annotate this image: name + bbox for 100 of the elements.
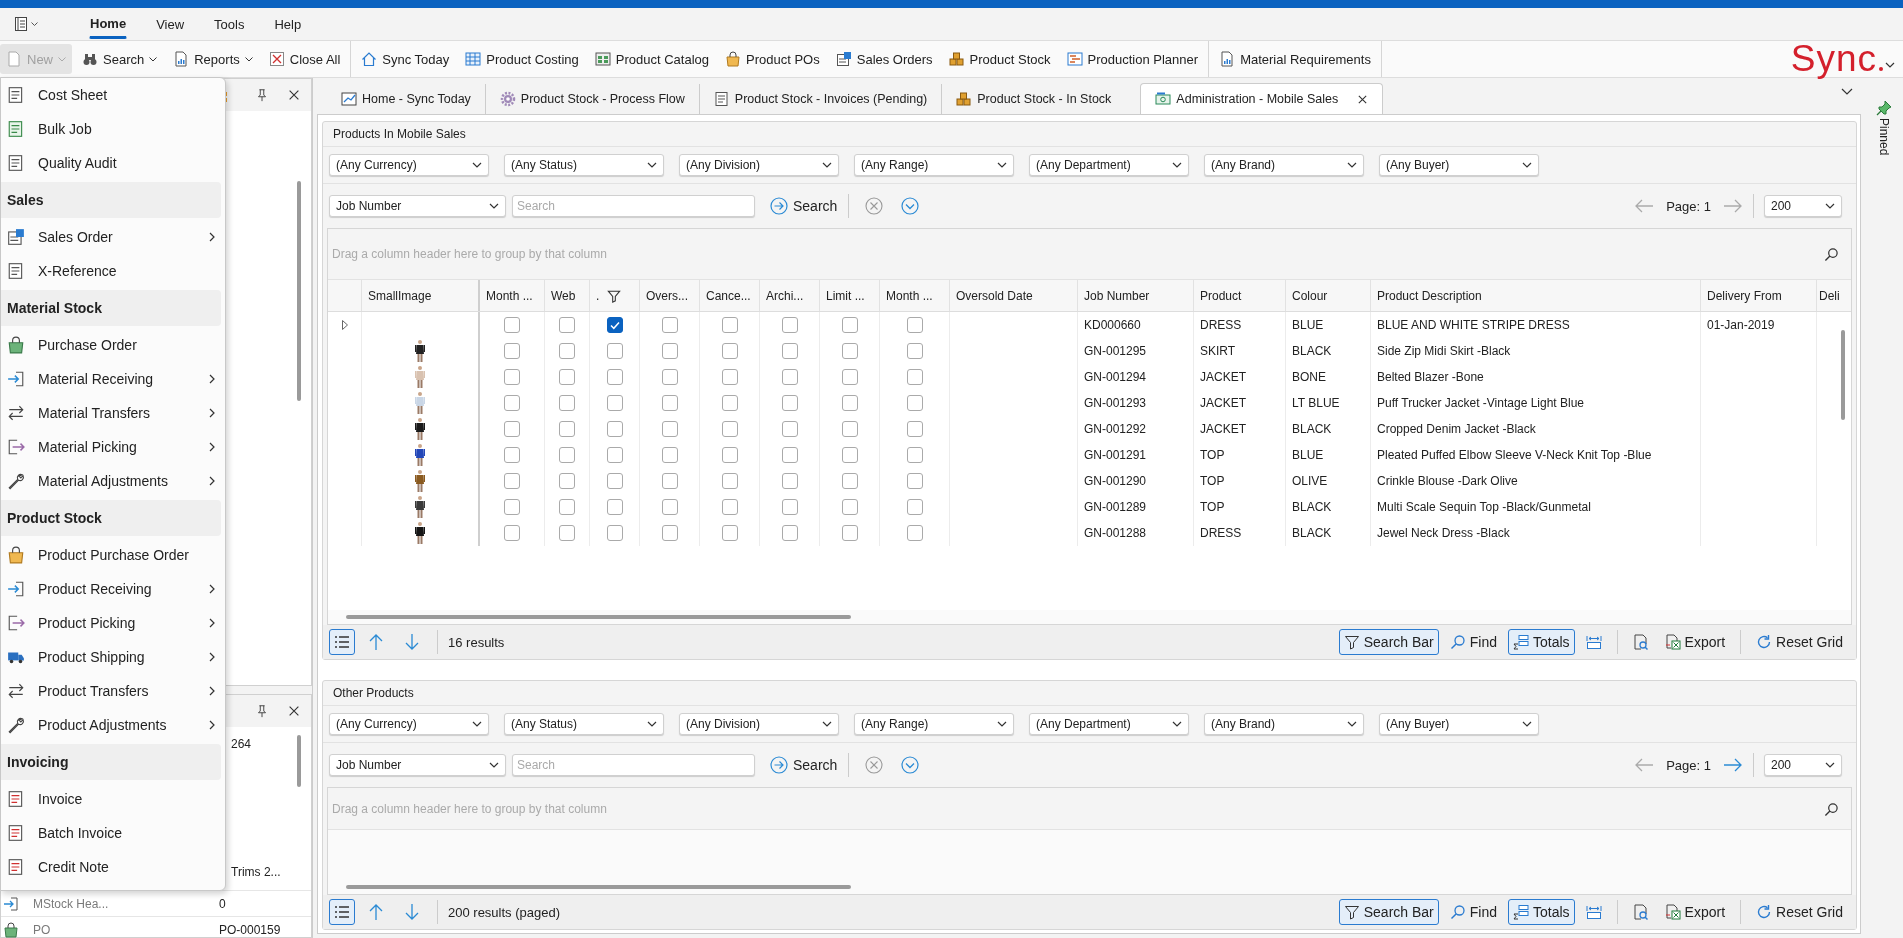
previous-page-button[interactable] xyxy=(1634,758,1655,772)
toolbar-button[interactable]: Product Costing xyxy=(459,44,585,74)
toolbar-button[interactable]: Product Stock xyxy=(942,44,1057,74)
search-icon[interactable] xyxy=(1824,802,1839,817)
toolbar-button[interactable]: Export xyxy=(1659,629,1731,655)
checkbox[interactable] xyxy=(841,525,858,541)
toolbar-button[interactable]: Totals xyxy=(1508,899,1575,925)
previous-page-button[interactable] xyxy=(1634,199,1655,213)
filter-dropdown[interactable]: (Any Status) xyxy=(504,713,664,735)
checkbox[interactable] xyxy=(504,447,520,463)
menu-item[interactable]: Product Purchase Order xyxy=(1,538,225,572)
pinned-tab[interactable]: Pinned xyxy=(1877,118,1891,156)
checkbox[interactable] xyxy=(559,525,575,541)
checkbox[interactable] xyxy=(721,525,738,541)
clear-icon[interactable] xyxy=(865,756,884,774)
toolbar-button[interactable]: Find xyxy=(1444,899,1503,925)
filter-dropdown[interactable]: (Any Division) xyxy=(679,713,839,735)
menu-item[interactable]: Invoice xyxy=(1,782,225,816)
column-chooser-button[interactable] xyxy=(329,629,355,655)
checkbox[interactable] xyxy=(906,473,923,489)
checkbox[interactable] xyxy=(906,499,923,515)
checkbox[interactable] xyxy=(781,395,798,411)
column-header[interactable]: Oversold Date xyxy=(950,280,1078,311)
checkbox[interactable] xyxy=(781,473,798,489)
pin-icon[interactable] xyxy=(255,704,269,718)
checkbox[interactable] xyxy=(721,421,738,437)
column-header[interactable]: Cance... xyxy=(700,280,760,311)
checkbox[interactable] xyxy=(559,447,575,463)
checkbox[interactable] xyxy=(606,369,623,385)
column-header[interactable]: Job Number xyxy=(1078,280,1194,311)
checkbox[interactable] xyxy=(559,369,575,385)
menu-item[interactable]: Product Receiving xyxy=(1,572,225,606)
checkbox[interactable] xyxy=(661,447,678,463)
search-field[interactable]: Search xyxy=(512,754,755,776)
toolbar-button[interactable]: Product POs xyxy=(719,44,826,74)
scrollbar[interactable] xyxy=(297,181,301,401)
checkbox[interactable] xyxy=(781,369,798,385)
column-header[interactable]: Month ... xyxy=(880,280,950,311)
menu-item[interactable]: Purchase Order xyxy=(1,328,225,362)
checkbox[interactable] xyxy=(606,499,623,515)
checkbox[interactable] xyxy=(559,421,575,437)
checkbox[interactable] xyxy=(606,421,623,437)
menu-tab[interactable]: Help xyxy=(273,9,303,39)
menu-tab[interactable]: Tools xyxy=(213,9,246,39)
menu-item[interactable]: Material Transfers xyxy=(1,396,225,430)
checkbox[interactable] xyxy=(841,447,858,463)
checkbox[interactable] xyxy=(504,473,520,489)
checkbox[interactable] xyxy=(781,447,798,463)
toolbar-button[interactable]: Sales Orders xyxy=(829,44,939,74)
checkbox[interactable] xyxy=(906,369,923,385)
column-header[interactable]: Product Description xyxy=(1371,280,1701,311)
toolbar-button[interactable]: Close All xyxy=(262,44,347,74)
filter-dropdown[interactable]: (Any Currency) xyxy=(329,154,489,176)
checkbox[interactable] xyxy=(906,343,923,359)
expand-icon[interactable] xyxy=(901,756,920,774)
checkbox[interactable] xyxy=(606,447,623,463)
checkbox[interactable] xyxy=(504,525,520,541)
column-header[interactable]: Delivery From xyxy=(1701,280,1817,311)
filter-dropdown[interactable]: (Any Range) xyxy=(854,154,1014,176)
checkbox[interactable] xyxy=(559,317,575,333)
caret-icon[interactable] xyxy=(1885,62,1895,68)
search-field[interactable]: Search xyxy=(512,195,755,217)
checkbox[interactable] xyxy=(841,317,858,333)
filter-dropdown[interactable]: (Any Range) xyxy=(854,713,1014,735)
checkbox[interactable] xyxy=(781,317,798,333)
checkbox[interactable] xyxy=(559,343,575,359)
page-size-dropdown[interactable]: 200 xyxy=(1764,195,1842,217)
column-chooser-button[interactable] xyxy=(329,899,355,925)
next-page-button[interactable] xyxy=(1723,199,1743,213)
filter-dropdown[interactable]: (Any Brand) xyxy=(1204,713,1364,735)
checkbox[interactable] xyxy=(721,473,738,489)
toolbar-button[interactable]: Product Catalog xyxy=(588,44,716,74)
checkbox[interactable] xyxy=(559,473,575,489)
checkbox[interactable] xyxy=(721,343,738,359)
checkbox[interactable] xyxy=(841,369,858,385)
checkbox[interactable] xyxy=(721,395,738,411)
menu-item[interactable]: Material Adjustments xyxy=(1,464,225,498)
toolbar-button[interactable]: Search xyxy=(76,44,164,74)
clear-icon[interactable] xyxy=(865,197,884,215)
menu-item[interactable]: Sales Order xyxy=(1,220,225,254)
menu-item[interactable]: Credit Note xyxy=(1,850,225,884)
move-up-icon[interactable] xyxy=(369,903,383,921)
checkbox[interactable] xyxy=(504,499,520,515)
scrollbar[interactable] xyxy=(297,735,301,787)
column-header[interactable]: Overs... xyxy=(640,280,700,311)
move-down-icon[interactable] xyxy=(405,903,419,921)
checkbox[interactable] xyxy=(906,317,923,333)
checkbox[interactable] xyxy=(721,369,738,385)
document-tab[interactable]: Product Stock - In Stock xyxy=(942,84,1127,114)
checkbox[interactable] xyxy=(504,343,520,359)
column-header[interactable]: Web xyxy=(545,280,590,311)
menu-item[interactable]: Product Shipping xyxy=(1,640,225,674)
field-dropdown[interactable]: Job Number xyxy=(329,195,506,217)
column-header[interactable]: . xyxy=(590,280,640,311)
column-header[interactable]: SmallImage xyxy=(362,280,480,311)
checkbox[interactable] xyxy=(504,369,520,385)
column-header[interactable]: Deli xyxy=(1817,280,1851,311)
checkbox[interactable] xyxy=(661,317,678,333)
checkbox[interactable] xyxy=(504,395,520,411)
toolbar-button[interactable]: Material Requirements xyxy=(1213,44,1377,74)
